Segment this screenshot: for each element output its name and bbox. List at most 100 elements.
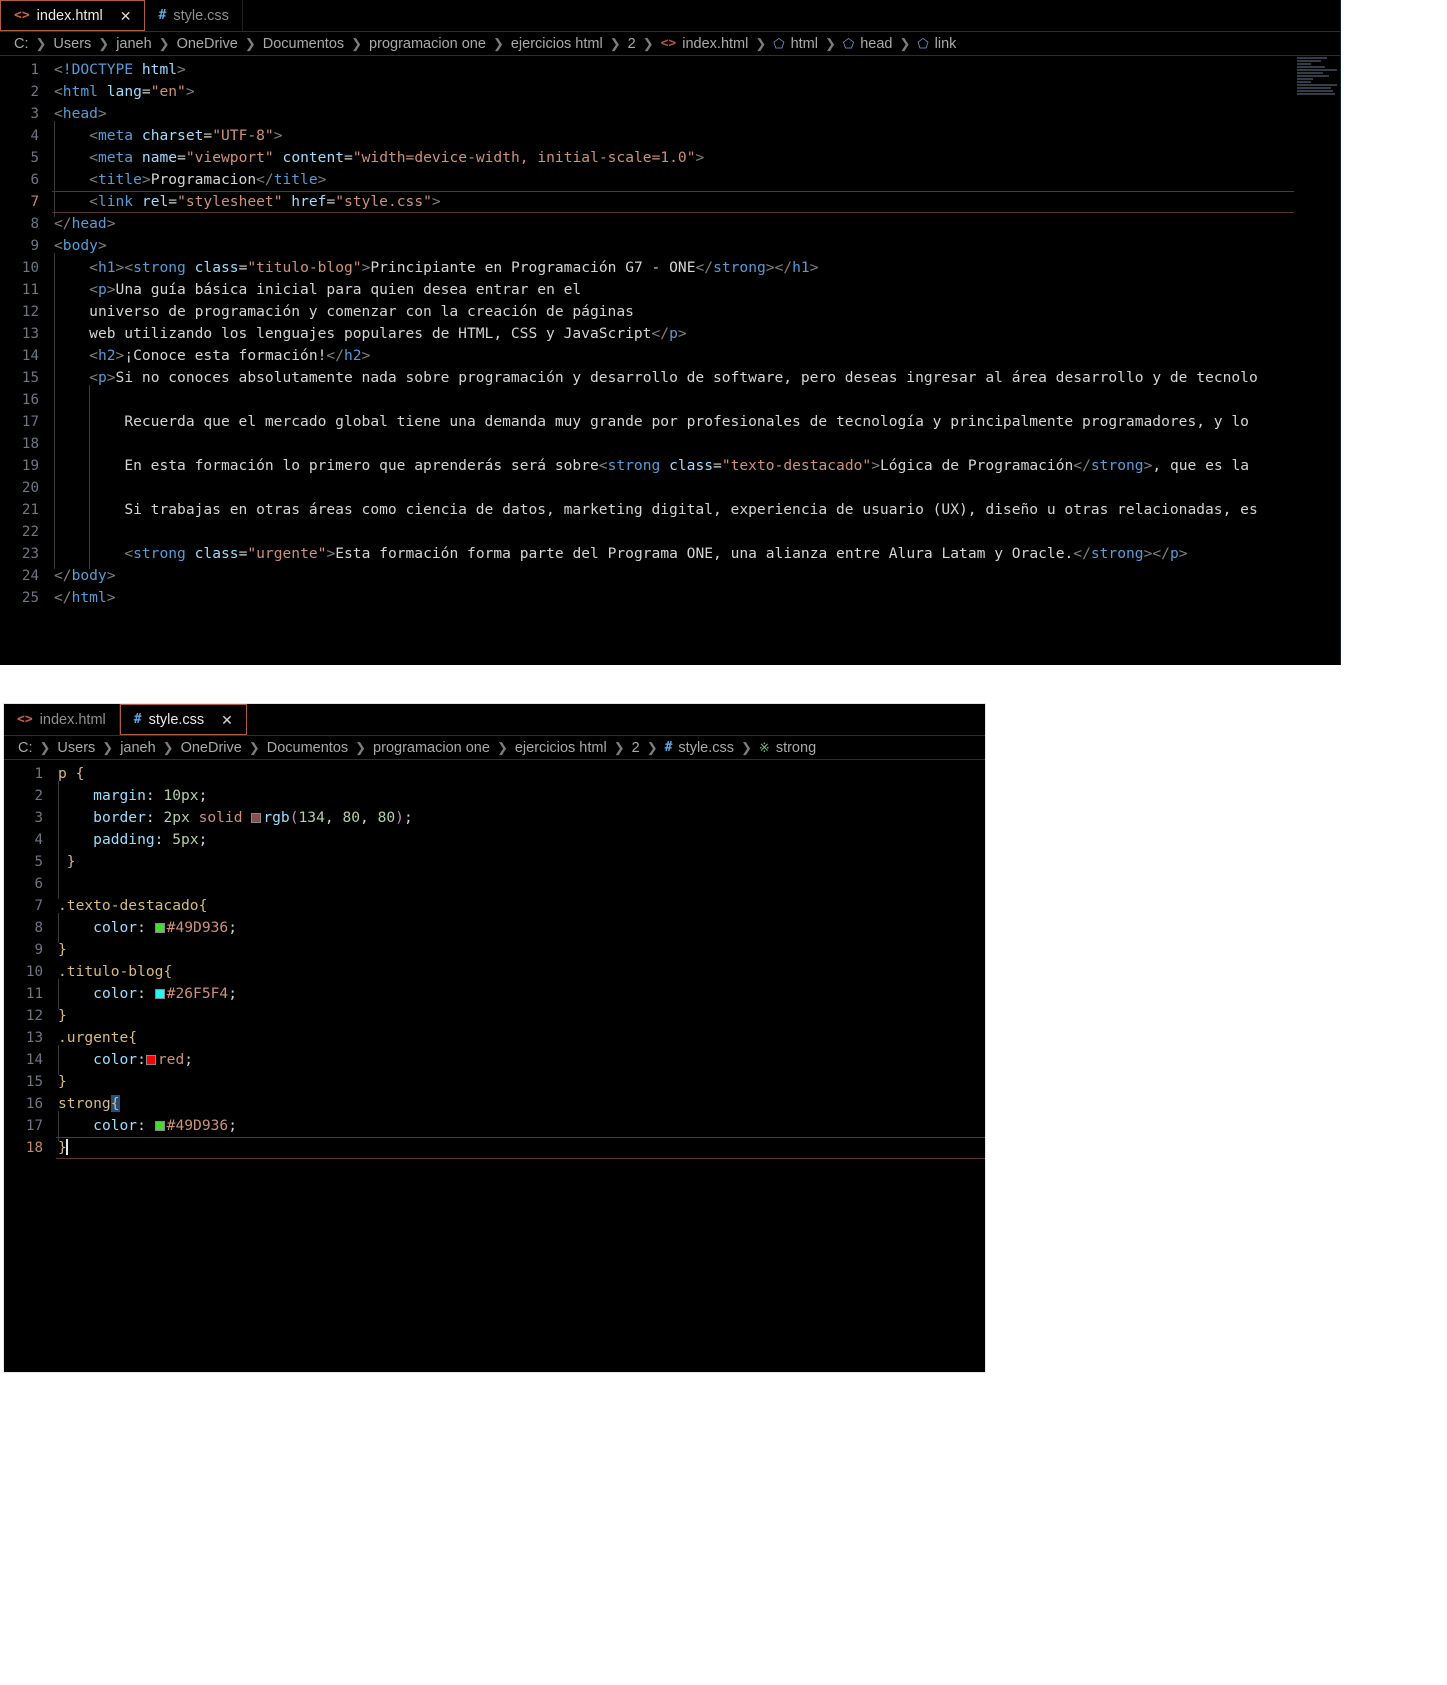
line-content[interactable]: color: red; — [56, 1045, 985, 1075]
code-line[interactable]: 11 <p>Una guía básica inicial para quien… — [0, 275, 1340, 305]
breadcrumb-item-documentos[interactable]: Documentos — [263, 36, 344, 52]
code-line[interactable]: 6 — [4, 869, 985, 899]
color-swatch-urgente[interactable] — [145, 1055, 156, 1065]
line-content[interactable]: } — [56, 847, 985, 877]
breadcrumb-item-onedrive[interactable]: OneDrive — [177, 36, 238, 52]
breadcrumb-item-ejercicios-html[interactable]: ejercicios html — [515, 740, 607, 756]
line-content[interactable]: <meta name="viewport" content="width=dev… — [52, 143, 1340, 173]
breadcrumb-item-link-symbol[interactable]: ⬠ link — [917, 36, 956, 52]
code-line[interactable]: 6 <title>Programacion</title> — [0, 165, 1340, 195]
line-content[interactable]: <link rel="stylesheet" href="style.css"> — [52, 187, 1340, 217]
code-line[interactable]: 23 <strong class="urgente">Esta formació… — [0, 539, 1340, 569]
code-line[interactable]: 10 .titulo-blog{ — [4, 961, 985, 983]
breadcrumb-item-programacion-one[interactable]: programacion one — [369, 36, 486, 52]
code-line[interactable]: 4 padding: 5px; — [4, 825, 985, 855]
code-line[interactable]: 13 web utilizando los lenguajes populare… — [0, 319, 1340, 349]
code-line-active[interactable]: 18 } — [4, 1137, 985, 1159]
line-content[interactable]: universo de programación y comenzar con … — [52, 297, 1340, 327]
line-content[interactable]: .titulo-blog{ — [56, 961, 985, 983]
code-line-active[interactable]: 7 <link rel="stylesheet" href="style.css… — [0, 187, 1340, 217]
breadcrumb-item-strong-rule[interactable]: ※ strong — [759, 740, 816, 756]
line-content[interactable]: <strong class="urgente">Esta formación f… — [52, 539, 1340, 569]
line-content[interactable]: </html> — [52, 587, 1340, 609]
breadcrumb-item-users[interactable]: Users — [53, 36, 91, 52]
code-line[interactable]: 17 color: #49D936; — [4, 1111, 985, 1141]
code-line[interactable]: 13 .urgente{ — [4, 1027, 985, 1049]
breadcrumb-item-documentos[interactable]: Documentos — [267, 740, 348, 756]
code-line[interactable]: 17 Recuerda que el mercado global tiene … — [0, 407, 1340, 437]
line-content[interactable]: } — [56, 1137, 985, 1159]
line-content[interactable]: web utilizando los lenguajes populares d… — [52, 319, 1340, 349]
code-line[interactable]: 5 <meta name="viewport" content="width=d… — [0, 143, 1340, 173]
line-content[interactable]: En esta formación lo primero que aprende… — [52, 451, 1340, 481]
line-content[interactable] — [56, 869, 985, 899]
code-line[interactable]: 14 <h2>¡Conoce esta formación!</h2> — [0, 341, 1340, 371]
code-line[interactable]: 4 <meta charset="UTF-8"> — [0, 121, 1340, 151]
breadcrumb-item-ejercicios-html[interactable]: ejercicios html — [511, 36, 603, 52]
css-code-area[interactable]: 1 p { 2 margin: 10px; 3 border: 2px soli… — [4, 760, 985, 1372]
line-content[interactable]: Recuerda que el mercado global tiene una… — [52, 407, 1340, 437]
line-content[interactable] — [52, 517, 1340, 547]
line-content[interactable]: <html lang="en"> — [52, 81, 1340, 103]
code-line[interactable]: 8 </head> — [0, 213, 1340, 235]
line-content[interactable]: color: #49D936; — [56, 1111, 985, 1141]
line-content[interactable]: } — [56, 1071, 985, 1093]
breadcrumb-item-programacion-one[interactable]: programacion one — [373, 740, 490, 756]
line-content[interactable]: <head> — [52, 103, 1340, 125]
code-line[interactable]: 18 — [0, 429, 1340, 459]
line-content[interactable]: <title>Programacion</title> — [52, 165, 1340, 195]
line-content[interactable]: <body> — [52, 235, 1340, 257]
code-line[interactable]: 2 <html lang="en"> — [0, 81, 1340, 103]
code-line[interactable]: 19 En esta formación lo primero que apre… — [0, 451, 1340, 481]
line-content[interactable]: margin: 10px; — [56, 781, 985, 811]
code-line[interactable]: 1 <!DOCTYPE html> — [0, 59, 1340, 81]
code-line[interactable]: 14 color: red; — [4, 1045, 985, 1075]
html-code-area[interactable]: 1 <!DOCTYPE html> 2 <html lang="en"> 3 <… — [0, 56, 1340, 664]
code-line[interactable]: 3 border: 2px solid rgb(134, 80, 80); — [4, 803, 985, 833]
line-content[interactable]: .texto-destacado{ — [56, 895, 985, 917]
color-swatch-titulo-blog[interactable] — [154, 989, 165, 999]
code-line[interactable]: 1 p { — [4, 763, 985, 785]
breadcrumb-item-drive[interactable]: C: — [18, 740, 33, 756]
code-line[interactable]: 10 <h1><strong class="titulo-blog">Princ… — [0, 253, 1340, 283]
line-content[interactable]: strong{ — [56, 1093, 985, 1115]
code-line[interactable]: 20 — [0, 473, 1340, 503]
breadcrumb-item-index-html[interactable]: <> index.html — [661, 36, 749, 52]
code-line[interactable]: 22 — [0, 517, 1340, 547]
line-content[interactable]: color: #49D936; — [56, 913, 985, 943]
line-content[interactable]: </body> — [52, 565, 1340, 587]
tab-style-css[interactable]: # style.css — [145, 0, 243, 31]
line-content[interactable]: </head> — [52, 213, 1340, 235]
line-content[interactable]: color: #26F5F4; — [56, 979, 985, 1009]
breadcrumb-item-2[interactable]: 2 — [628, 36, 636, 52]
line-content[interactable] — [52, 473, 1340, 503]
line-content[interactable]: .urgente{ — [56, 1027, 985, 1049]
code-line[interactable]: 8 color: #49D936; — [4, 913, 985, 943]
close-icon[interactable]: ✕ — [221, 713, 233, 727]
code-line[interactable]: 5 } — [4, 847, 985, 877]
code-line[interactable]: 21 Si trabajas en otras áreas como cienc… — [0, 495, 1340, 525]
line-content[interactable] — [52, 385, 1340, 415]
line-content[interactable]: <h2>¡Conoce esta formación!</h2> — [52, 341, 1340, 371]
line-content[interactable]: <!DOCTYPE html> — [52, 59, 1340, 81]
line-content[interactable]: <p>Una guía básica inicial para quien de… — [52, 275, 1340, 305]
code-line[interactable]: 9 } — [4, 939, 985, 961]
code-line[interactable]: 7 .texto-destacado{ — [4, 895, 985, 917]
code-line[interactable]: 25 </html> — [0, 587, 1340, 609]
code-line[interactable]: 2 margin: 10px; — [4, 781, 985, 811]
line-content[interactable]: } — [56, 1005, 985, 1027]
breadcrumb-item-janeh[interactable]: janeh — [116, 36, 151, 52]
code-line[interactable]: 16 — [0, 385, 1340, 415]
breadcrumb-item-users[interactable]: Users — [57, 740, 95, 756]
color-swatch-border[interactable] — [251, 813, 262, 823]
line-content[interactable]: padding: 5px; — [56, 825, 985, 855]
code-line[interactable]: 9 <body> — [0, 235, 1340, 257]
color-swatch-texto-destacado[interactable] — [154, 923, 165, 933]
line-content[interactable]: border: 2px solid rgb(134, 80, 80); — [56, 803, 985, 833]
tab-style-css[interactable]: # style.css ✕ — [119, 704, 247, 735]
breadcrumb-item-janeh[interactable]: janeh — [120, 740, 155, 756]
line-content[interactable]: } — [56, 939, 985, 961]
tab-index-html[interactable]: <> index.html — [4, 704, 120, 735]
line-content[interactable]: p { — [56, 763, 985, 785]
code-line[interactable]: 12 } — [4, 1005, 985, 1027]
